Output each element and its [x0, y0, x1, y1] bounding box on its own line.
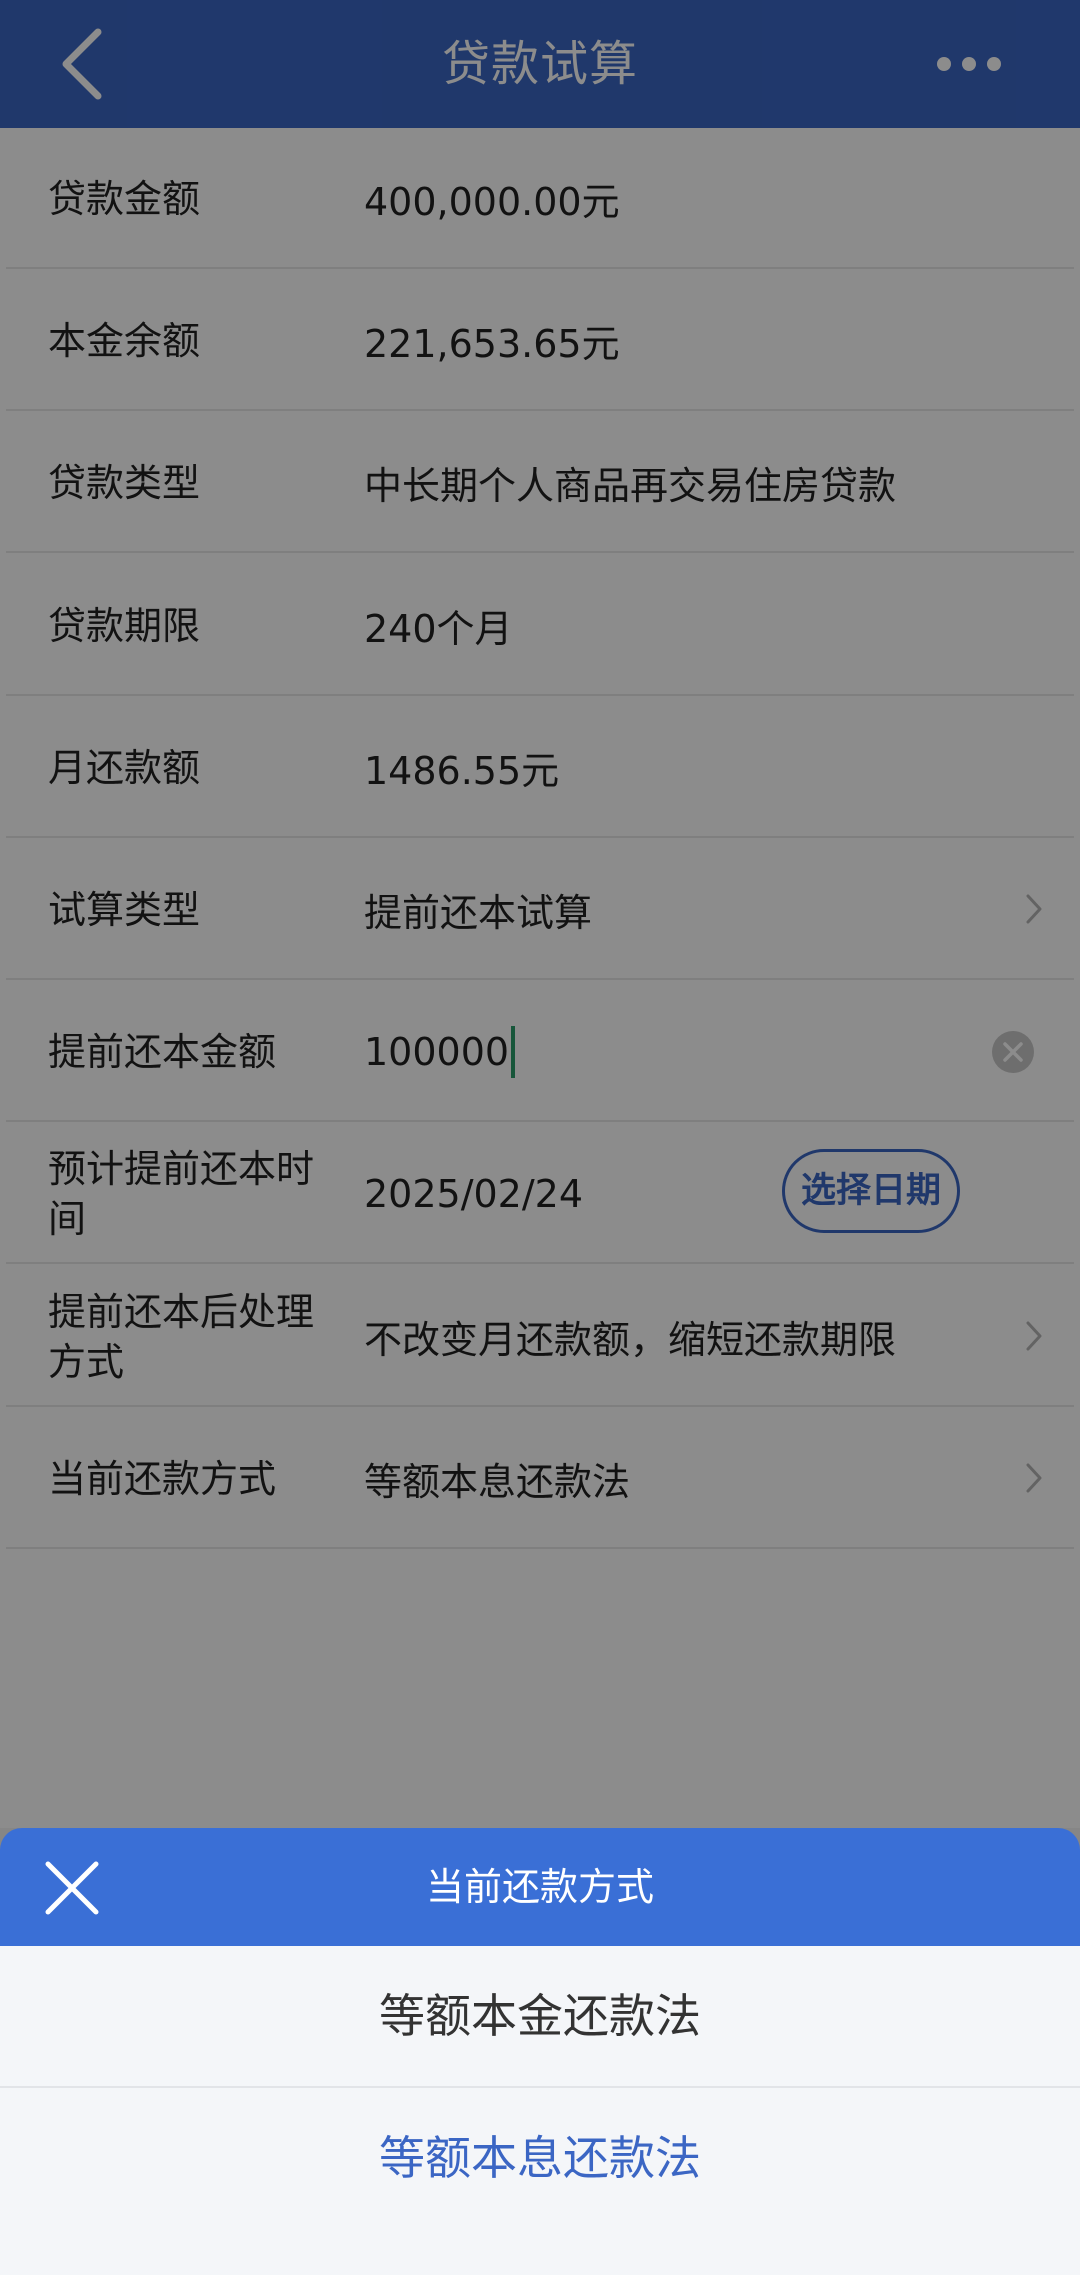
- option-equal-principal[interactable]: 等额本金还款法: [0, 1946, 1080, 2086]
- sheet-title: 当前还款方式: [425, 1865, 654, 1909]
- bottom-sheet: 等额本金还款法 等额本息还款法: [0, 1946, 1080, 2275]
- option-equal-installment[interactable]: 等额本息还款法: [0, 2088, 1080, 2228]
- sheet-header: 当前还款方式: [0, 1828, 1080, 1946]
